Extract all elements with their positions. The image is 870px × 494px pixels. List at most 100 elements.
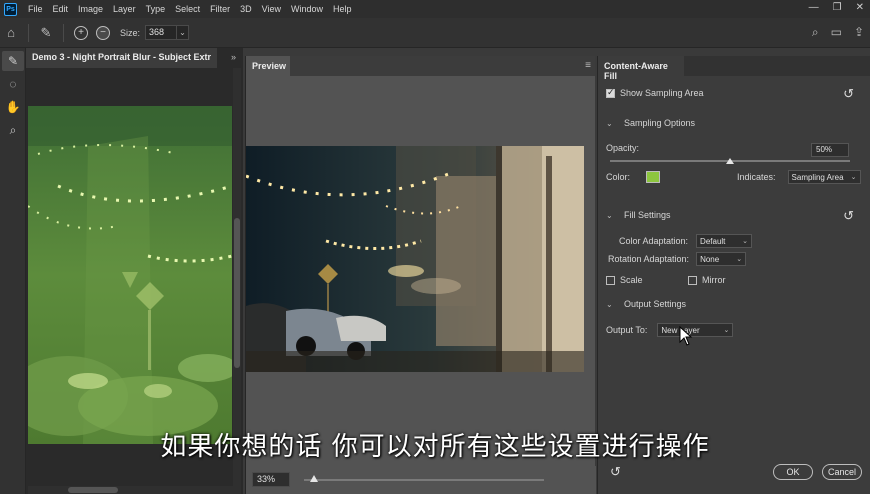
- opacity-label: Opacity:: [606, 143, 640, 153]
- indicates-select[interactable]: Sampling Area ⌄: [787, 170, 861, 184]
- zoom-slider-thumb[interactable]: [310, 475, 318, 482]
- scale-checkbox[interactable]: [606, 275, 615, 285]
- workspace-icon[interactable]: ▭: [831, 25, 842, 40]
- tab-content-aware-fill[interactable]: Content-Aware Fill: [598, 56, 684, 81]
- add-to-sampling-icon[interactable]: +: [74, 25, 88, 40]
- menu-filter[interactable]: Filter: [205, 4, 235, 14]
- share-icon[interactable]: ⇪: [854, 25, 864, 40]
- menu-view[interactable]: View: [257, 4, 286, 14]
- menu-edit[interactable]: Edit: [48, 4, 74, 14]
- chevron-down-icon: ⌄: [606, 210, 613, 220]
- reset-icon[interactable]: ↺: [843, 86, 854, 102]
- menu-select[interactable]: Select: [170, 4, 205, 14]
- menu-help[interactable]: Help: [328, 4, 357, 14]
- show-sampling-row: Show Sampling Area: [606, 87, 704, 98]
- lasso-tool-icon[interactable]: ◌: [2, 74, 24, 94]
- size-input[interactable]: 368: [145, 25, 178, 40]
- menu-3d[interactable]: 3D: [235, 4, 257, 14]
- home-icon[interactable]: ⌂: [0, 25, 22, 40]
- scroll-thumb[interactable]: [234, 218, 240, 368]
- menu-layer[interactable]: Layer: [108, 4, 141, 14]
- photoshop-logo-icon: Ps: [4, 2, 17, 16]
- reset-all-icon[interactable]: ↺: [610, 464, 621, 480]
- hand-tool-icon[interactable]: ✋: [2, 97, 24, 117]
- sampling-color-swatch[interactable]: [646, 171, 661, 183]
- sampling-options-heading: Sampling Options: [624, 118, 696, 128]
- sampling-brush-icon[interactable]: ✎: [35, 25, 57, 41]
- fill-tab-row: Content-Aware Fill: [598, 56, 870, 81]
- rotation-adaptation-row: Rotation Adaptation: None ⌄: [608, 252, 747, 266]
- mirror-checkbox[interactable]: [688, 275, 697, 285]
- output-settings-heading: Output Settings: [624, 299, 687, 309]
- sampling-options-header[interactable]: ⌄ Sampling Options: [606, 118, 695, 128]
- divider: [28, 23, 29, 42]
- color-adaptation-label: Color Adaptation:: [619, 236, 689, 246]
- cancel-button[interactable]: Cancel: [822, 464, 862, 480]
- vertical-scrollbar[interactable]: [233, 68, 241, 494]
- color-label: Color:: [606, 172, 631, 182]
- scale-label: Scale: [620, 275, 643, 285]
- zoom-bar: 33%: [246, 466, 596, 494]
- zoom-tool-icon[interactable]: ⌕: [2, 120, 24, 140]
- panel-menu-icon[interactable]: ≡: [585, 60, 591, 71]
- zoom-slider-track[interactable]: [304, 479, 544, 481]
- indicates-label: Indicates:: [737, 172, 776, 182]
- chevron-down-icon: ⌄: [850, 174, 857, 181]
- horizontal-scrollbar[interactable]: [28, 486, 233, 494]
- scroll-thumb[interactable]: [68, 487, 118, 493]
- divider: [63, 23, 64, 42]
- sampling-overlay-image: [28, 106, 232, 444]
- tab-preview[interactable]: Preview: [246, 56, 290, 76]
- collapse-panel-icon[interactable]: »: [231, 52, 236, 62]
- preview-panel: Preview ≡ 33%: [245, 56, 596, 494]
- menu-type[interactable]: Type: [141, 4, 171, 14]
- options-bar: ⌂ ✎ + − Size: 368 ⌄ ⌕ ▭ ⇪: [0, 18, 870, 48]
- menu-file[interactable]: File: [23, 4, 48, 14]
- document-panel: Demo 3 - Night Portrait Blur - Subject E…: [26, 48, 243, 494]
- fill-settings-header[interactable]: ⌄ Fill Settings: [606, 210, 671, 220]
- opacity-slider-thumb[interactable]: [726, 158, 734, 164]
- document-tab[interactable]: Demo 3 - Night Portrait Blur - Subject E…: [26, 48, 217, 68]
- menu-window[interactable]: Window: [286, 4, 328, 14]
- menu-image[interactable]: Image: [73, 4, 108, 14]
- output-to-label: Output To:: [606, 325, 648, 335]
- document-canvas[interactable]: [28, 106, 232, 444]
- content-aware-fill-panel: Content-Aware Fill Show Sampling Area ↺ …: [597, 56, 870, 494]
- subtract-from-sampling-icon[interactable]: −: [96, 25, 110, 40]
- rotation-adaptation-value: None: [700, 254, 720, 264]
- color-adaptation-select[interactable]: Default ⌄: [696, 234, 753, 248]
- mirror-row: Mirror: [688, 275, 726, 285]
- night-street-photo: [246, 146, 584, 372]
- mouse-cursor-icon: [679, 326, 693, 346]
- chevron-down-icon[interactable]: ⌄: [177, 25, 190, 40]
- opacity-row: Opacity:: [606, 143, 639, 153]
- chevron-down-icon: ⌄: [736, 256, 743, 263]
- color-adaptation-value: Default: [700, 236, 726, 246]
- search-icon[interactable]: ⌕: [812, 25, 819, 40]
- ok-button[interactable]: OK: [773, 464, 813, 480]
- scale-row: Scale: [606, 275, 643, 285]
- show-sampling-checkbox[interactable]: [606, 87, 615, 98]
- color-adaptation-row: Color Adaptation: Default ⌄: [619, 234, 753, 248]
- sampling-brush-tool-icon[interactable]: ✎: [2, 51, 24, 71]
- mirror-label: Mirror: [702, 275, 726, 285]
- chevron-down-icon: ⌄: [606, 118, 613, 128]
- zoom-input[interactable]: 33%: [252, 472, 290, 487]
- menu-bar: Ps File Edit Image Layer Type Select Fil…: [0, 0, 870, 18]
- preview-image: [246, 146, 584, 372]
- output-to-select[interactable]: New Layer ⌄: [657, 323, 734, 337]
- options-right: ⌕ ▭ ⇪: [812, 25, 864, 40]
- preview-tab-row: Preview ≡: [246, 56, 595, 76]
- rotation-adaptation-select[interactable]: None ⌄: [696, 252, 747, 266]
- tool-strip: ✎ ◌ ✋ ⌕: [0, 48, 26, 494]
- output-settings-header[interactable]: ⌄ Output Settings: [606, 299, 686, 309]
- restore-icon[interactable]: ❐: [833, 2, 842, 13]
- indicates-row: Indicates: Sampling Area ⌄: [737, 170, 861, 184]
- opacity-input[interactable]: 50%: [811, 143, 849, 157]
- window-controls: — ❐ ✕: [809, 2, 864, 13]
- close-icon[interactable]: ✕: [856, 2, 864, 13]
- show-sampling-label: Show Sampling Area: [620, 88, 704, 98]
- minimize-icon[interactable]: —: [809, 2, 819, 13]
- reset-icon[interactable]: ↺: [843, 208, 854, 224]
- rotation-adaptation-label: Rotation Adaptation:: [608, 254, 690, 264]
